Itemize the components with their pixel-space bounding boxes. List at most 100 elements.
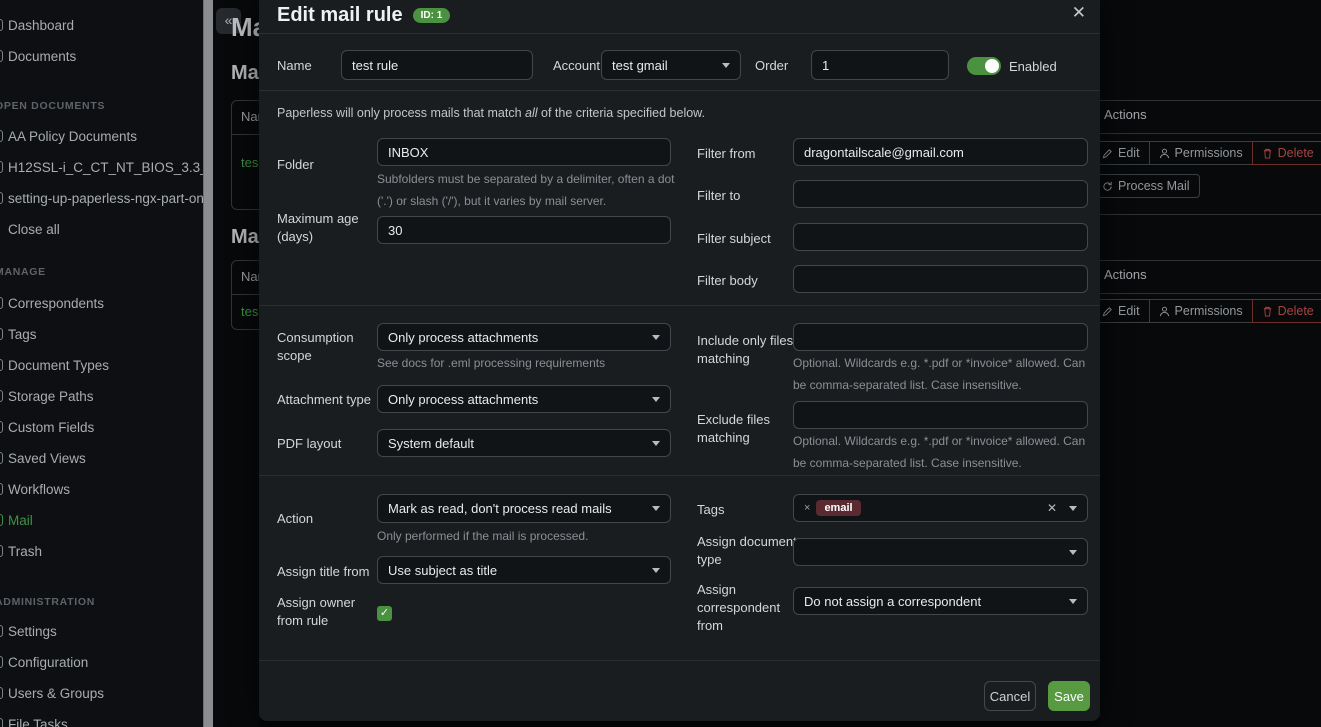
order-input[interactable] xyxy=(811,50,949,80)
filter-body-label: Filter body xyxy=(697,272,758,290)
edit-mail-rule-dialog: Edit mail rule ID: 1 ✕ Name Account test… xyxy=(259,0,1100,721)
pdf-layout-label: PDF layout xyxy=(277,435,341,453)
maximum-age-input[interactable] xyxy=(377,216,671,244)
permissions-button[interactable]: Permissions xyxy=(1149,299,1253,323)
sidebar-item-label: Documents xyxy=(8,49,76,64)
toggle-knob xyxy=(985,59,999,73)
delete-button[interactable]: Delete xyxy=(1252,141,1321,165)
chevron-down-icon xyxy=(722,63,730,68)
name-column-header: Nam xyxy=(241,109,259,124)
filter-body-input[interactable] xyxy=(793,265,1088,293)
filter-from-input[interactable] xyxy=(793,138,1088,166)
pdf-layout-select[interactable]: System default xyxy=(377,429,671,457)
assign-correspondent-select[interactable]: Do not assign a correspondent xyxy=(793,587,1088,615)
tag-icon xyxy=(0,328,3,340)
include-files-input[interactable] xyxy=(793,323,1088,351)
sidebar-item-label: Correspondents xyxy=(8,296,104,311)
trash-icon xyxy=(0,545,3,557)
enabled-toggle[interactable] xyxy=(967,57,1001,75)
workflow-icon xyxy=(0,483,3,495)
sidebar-scrollbar[interactable] xyxy=(203,0,213,727)
sidebar-item-open-doc-2[interactable]: H12SSL-i_C_CT_NT_BIOS_3.3_rele... xyxy=(8,159,203,176)
table-border xyxy=(1100,214,1321,215)
chevron-down-icon xyxy=(652,335,660,340)
sidebar-item-storage-paths[interactable]: Storage Paths xyxy=(8,388,94,405)
include-files-label: Include only files matching xyxy=(697,332,799,368)
chevron-down-icon xyxy=(652,506,660,511)
sidebar-item-document-types[interactable]: Document Types xyxy=(8,357,109,374)
sidebar-item-workflows[interactable]: Workflows xyxy=(8,481,70,498)
account-label: Account xyxy=(553,57,600,75)
sidebar-item-close-all[interactable]: Close all xyxy=(8,221,60,238)
pencil-icon xyxy=(1102,306,1113,317)
delete-button[interactable]: Delete xyxy=(1252,299,1321,323)
exclude-files-input[interactable] xyxy=(793,401,1088,429)
sidebar-item-configuration[interactable]: Configuration xyxy=(8,654,88,671)
name-label: Name xyxy=(277,57,312,75)
sidebar-item-custom-fields[interactable]: Custom Fields xyxy=(8,419,94,436)
folder-input[interactable] xyxy=(377,138,671,166)
sidebar-item-label: setting-up-paperless-ngx-part-one xyxy=(8,191,203,206)
table-divider xyxy=(232,134,259,135)
maximum-age-label: Maximum age (days) xyxy=(277,210,369,246)
sidebar-item-file-tasks[interactable]: File Tasks xyxy=(8,716,68,727)
mail-account-link[interactable]: tes xyxy=(241,155,258,170)
mail-rules-heading: Mai xyxy=(231,226,259,249)
tags-label: Tags xyxy=(697,501,724,519)
edit-button[interactable]: Edit xyxy=(1100,141,1150,165)
trash-icon xyxy=(1262,148,1273,159)
close-icon[interactable]: ✕ xyxy=(1072,3,1086,23)
edit-button[interactable]: Edit xyxy=(1100,299,1150,323)
sidebar-item-saved-views[interactable]: Saved Views xyxy=(8,450,86,467)
sidebar-item-correspondents[interactable]: Correspondents xyxy=(8,295,104,312)
filter-to-input[interactable] xyxy=(793,180,1088,208)
chevron-down-icon xyxy=(1069,506,1077,511)
chevron-down-icon xyxy=(1069,599,1077,604)
assign-title-from-select[interactable]: Use subject as title xyxy=(377,556,671,584)
permissions-button[interactable]: Permissions xyxy=(1149,141,1253,165)
account-select[interactable]: test gmail xyxy=(601,50,741,80)
action-select[interactable]: Mark as read, don't process read mails xyxy=(377,494,671,523)
sidebar-item-label: Configuration xyxy=(8,655,88,670)
sidebar-item-label: Workflows xyxy=(8,482,70,497)
trash-icon xyxy=(1262,306,1273,317)
tags-select[interactable]: × email ✕ xyxy=(793,494,1088,522)
sidebar-item-label: Saved Views xyxy=(8,451,86,466)
chevron-down-icon xyxy=(652,441,660,446)
sidebar-item-open-doc-1[interactable]: AA Policy Documents xyxy=(8,128,137,145)
consumption-scope-select[interactable]: Only process attachments xyxy=(377,323,671,351)
filter-subject-input[interactable] xyxy=(793,223,1088,251)
sidebar-item-users-groups[interactable]: Users & Groups xyxy=(8,685,104,702)
tasks-icon xyxy=(0,718,3,727)
sidebar-item-trash[interactable]: Trash xyxy=(8,543,42,560)
assign-document-type-select[interactable] xyxy=(793,538,1088,566)
sidebar-item-dashboard[interactable]: Dashboard xyxy=(8,17,74,34)
person-icon xyxy=(1159,148,1170,159)
divider xyxy=(259,305,1100,306)
sidebar-item-open-doc-3[interactable]: setting-up-paperless-ngx-part-one xyxy=(8,190,203,207)
tag-chip[interactable]: email xyxy=(816,500,860,516)
enabled-label: Enabled xyxy=(1009,58,1057,76)
mail-rule-link[interactable]: tes xyxy=(241,304,258,319)
sidebar-item-mail[interactable]: Mail xyxy=(8,512,33,529)
saved-views-icon xyxy=(0,452,3,464)
name-input[interactable] xyxy=(341,50,533,80)
chip-remove-icon[interactable]: × xyxy=(804,502,810,514)
sidebar-item-label: H12SSL-i_C_CT_NT_BIOS_3.3_rele... xyxy=(8,160,203,175)
cancel-button[interactable]: Cancel xyxy=(984,681,1036,711)
actions-column-header: Actions xyxy=(1104,107,1147,122)
sidebar-item-settings[interactable]: Settings xyxy=(8,623,57,640)
save-button[interactable]: Save xyxy=(1048,681,1090,711)
sidebar-item-label: Close all xyxy=(8,222,60,237)
refresh-icon xyxy=(1102,181,1113,192)
sidebar-item-documents[interactable]: Documents xyxy=(8,48,76,65)
attachment-type-select[interactable]: Only process attachments xyxy=(377,385,671,413)
clear-icon[interactable]: ✕ xyxy=(1047,501,1057,515)
divider xyxy=(259,90,1100,91)
sidebar-item-tags[interactable]: Tags xyxy=(8,326,37,343)
sidebar-section-open-documents: OPEN DOCUMENTS xyxy=(0,100,105,112)
assign-owner-checkbox[interactable]: ✓ xyxy=(377,606,392,621)
chevron-down-icon xyxy=(652,568,660,573)
divider xyxy=(259,475,1100,476)
process-mail-button[interactable]: Process Mail xyxy=(1100,174,1200,198)
